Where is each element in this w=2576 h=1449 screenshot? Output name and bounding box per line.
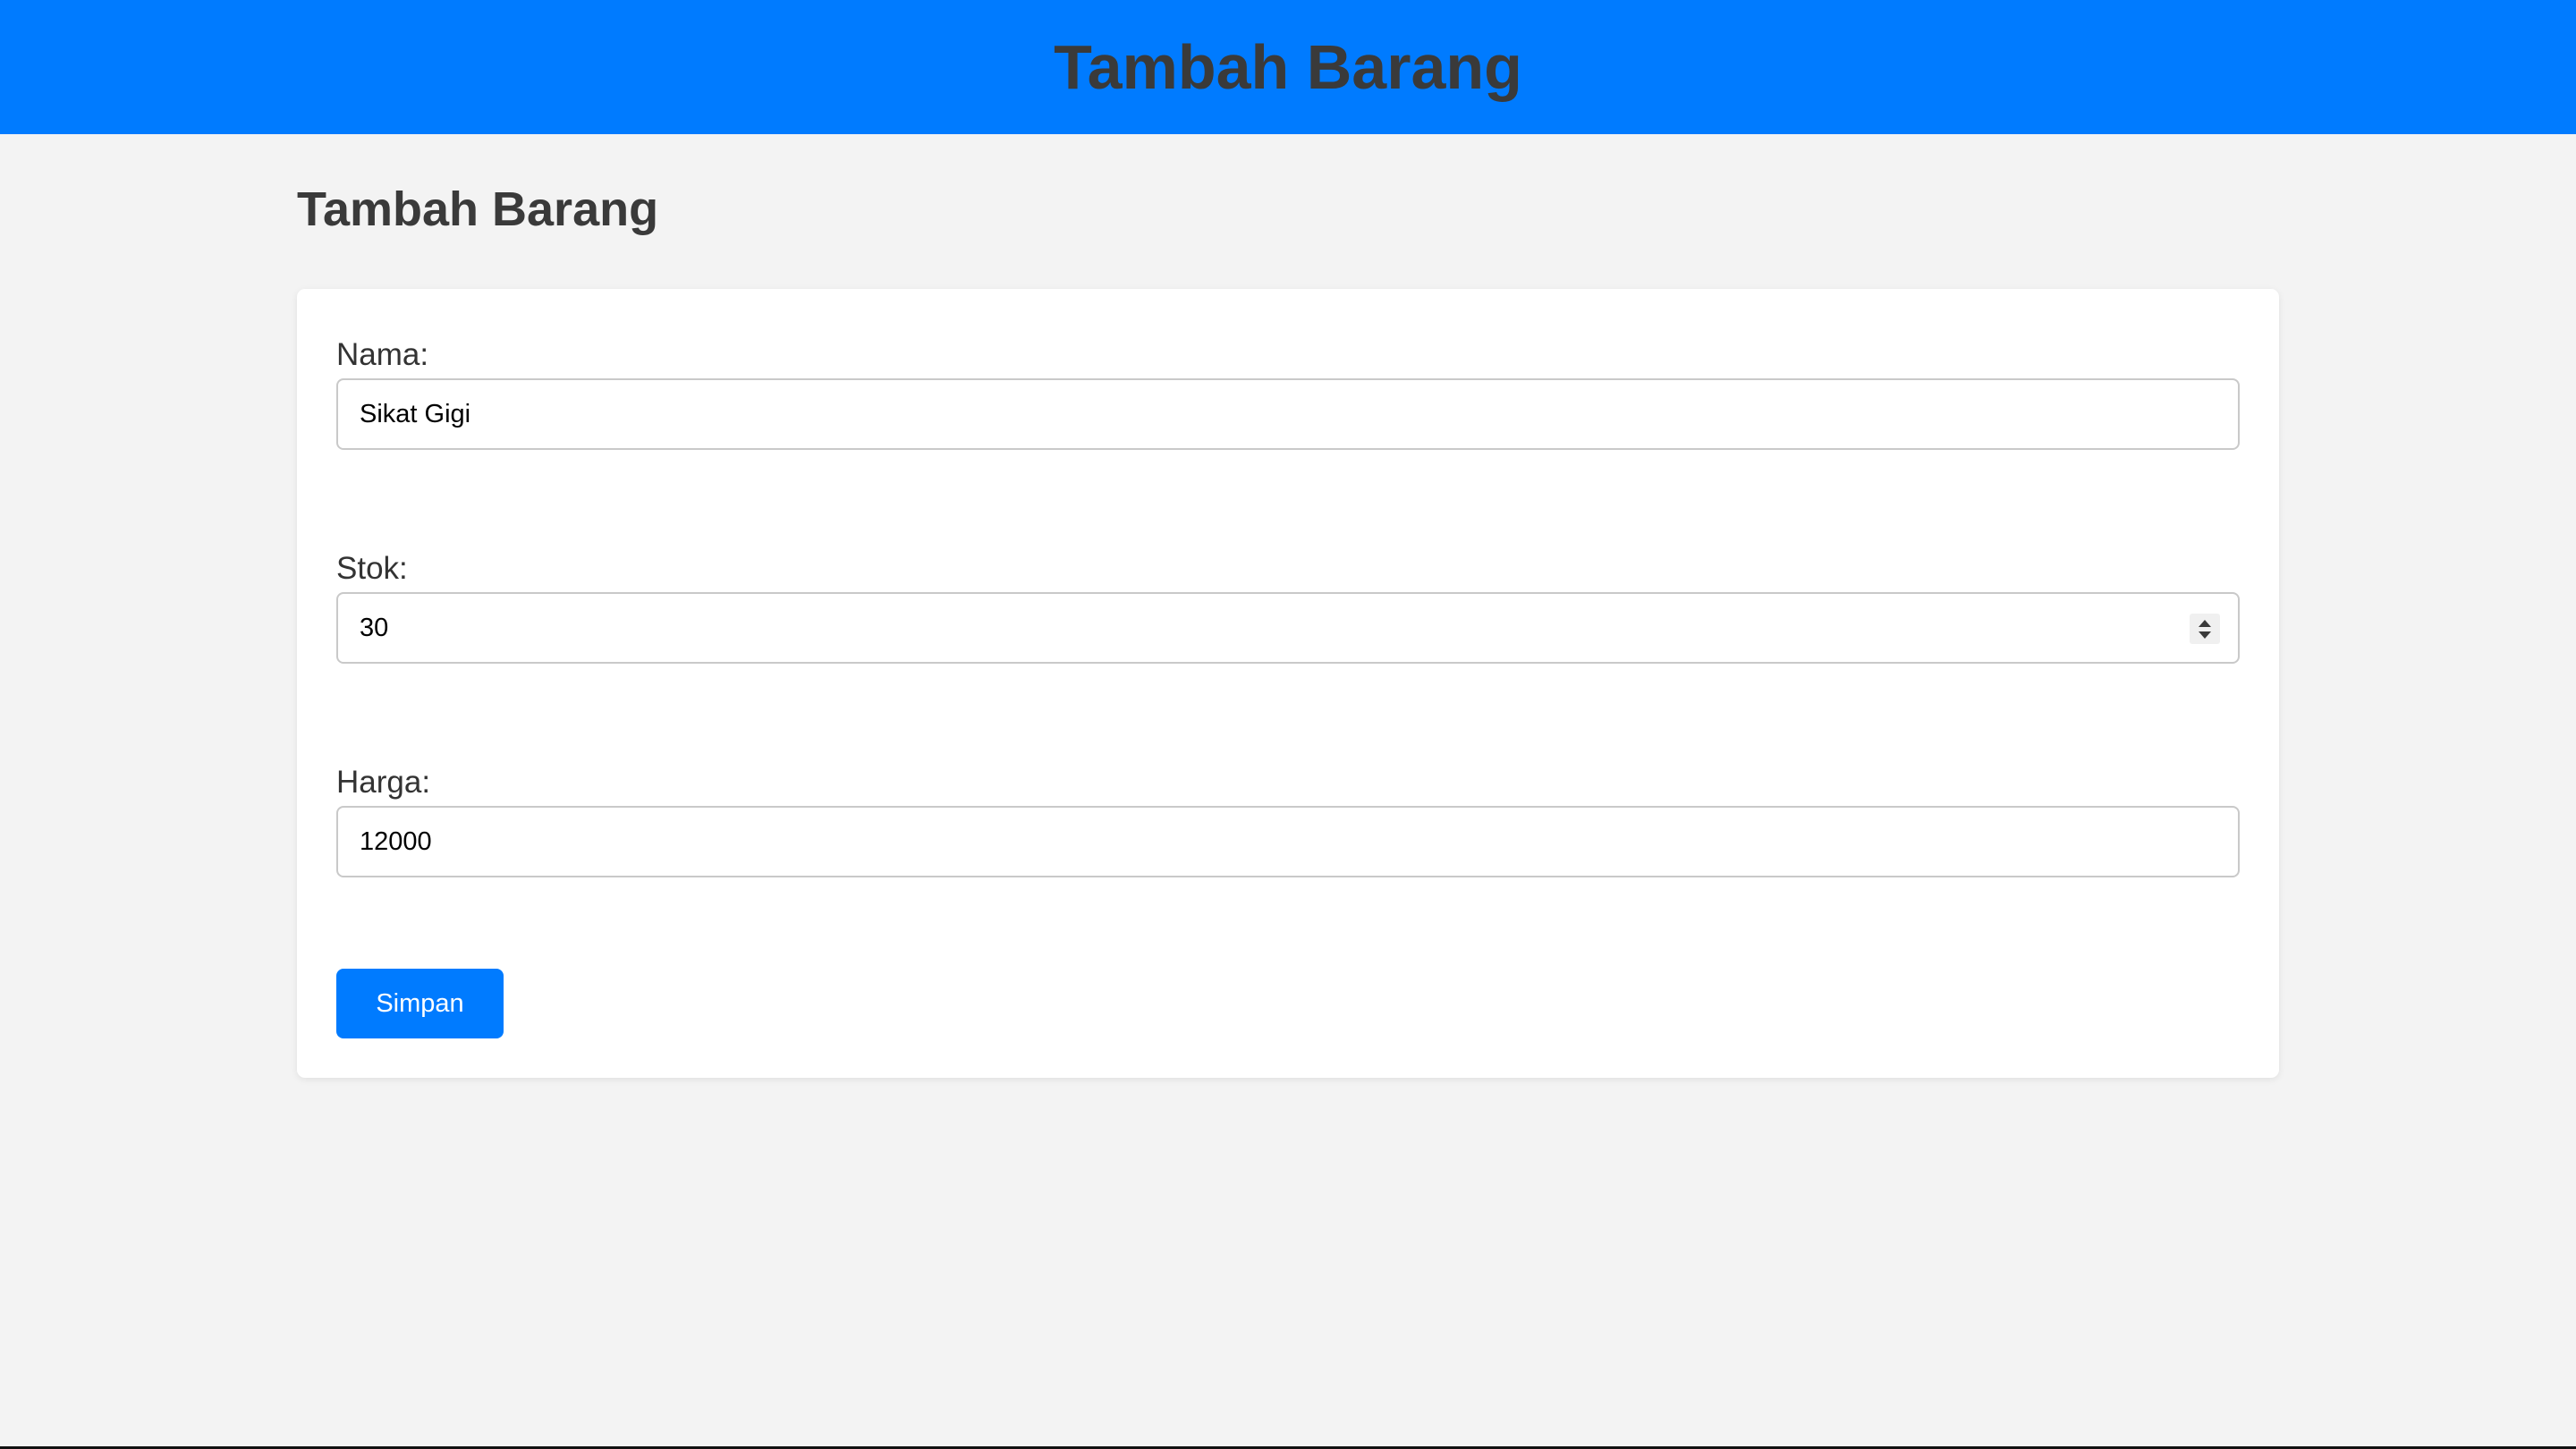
stok-label: Stok: <box>336 551 408 586</box>
page-title: Tambah Barang <box>297 182 659 236</box>
top-header-bar: Tambah Barang <box>0 0 2576 134</box>
number-spinner-icon[interactable] <box>2190 614 2220 644</box>
stok-input-value: 30 <box>360 613 389 642</box>
harga-input-value: 12000 <box>360 826 432 856</box>
nama-input-value: Sikat Gigi <box>360 399 471 428</box>
header-title: Tambah Barang <box>1054 32 1522 102</box>
spinner-up-icon[interactable] <box>2199 619 2211 627</box>
add-item-form: Nama: Sikat Gigi Stok: 30 Harga: 12000 S… <box>297 289 2279 1078</box>
harga-input[interactable]: 12000 <box>336 806 2240 877</box>
save-button[interactable]: Simpan <box>336 969 504 1038</box>
spinner-down-icon[interactable] <box>2199 631 2211 639</box>
harga-label: Harga: <box>336 765 431 800</box>
stok-input[interactable]: 30 <box>336 592 2240 664</box>
nama-label: Nama: <box>336 337 429 372</box>
nama-input[interactable]: Sikat Gigi <box>336 378 2240 450</box>
